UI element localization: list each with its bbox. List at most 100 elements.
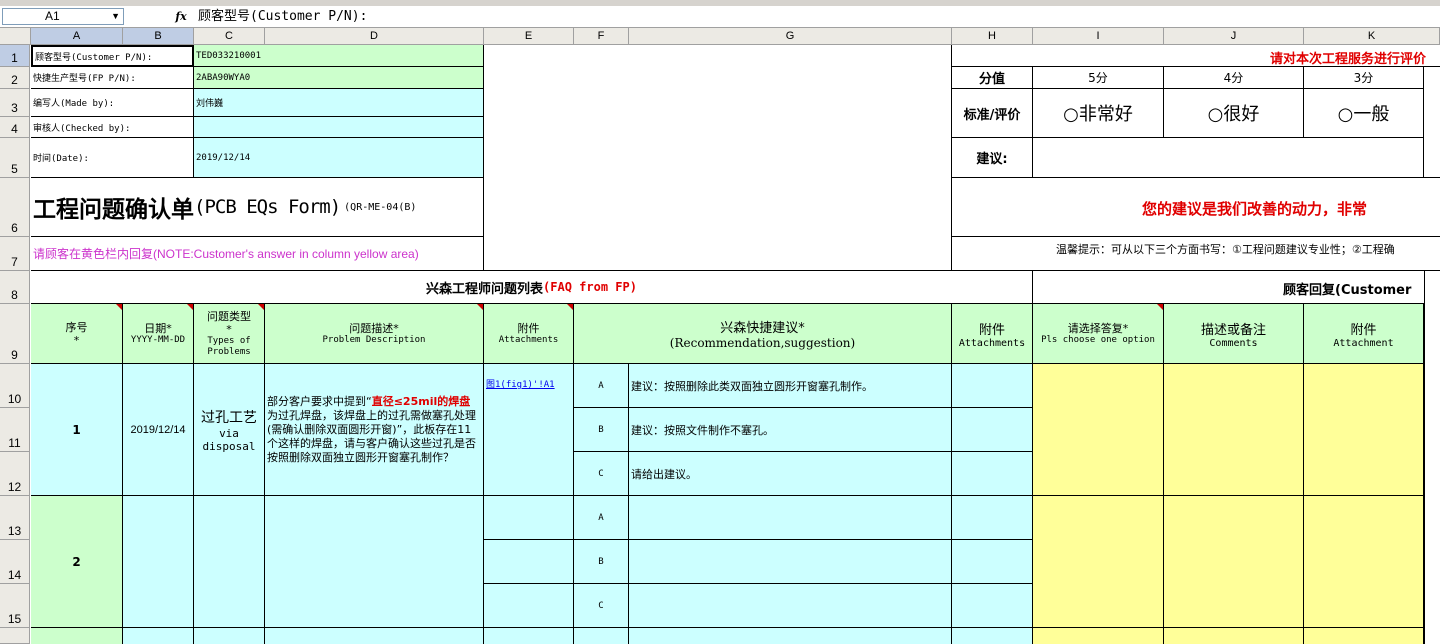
issue-1-option-a-text[interactable]: 建议：按照删除此类双面独立圆形开窗塞孔制作。 [629,364,952,408]
suggest-input[interactable] [1033,138,1424,178]
header-attach3[interactable]: 附件 Attachment [1304,304,1424,364]
column-header-f[interactable]: F [574,28,629,45]
fp-pn-value[interactable]: 2ABA90WYA0 [194,67,484,89]
issue-2-desc[interactable] [265,496,484,628]
issue-1-attach-a[interactable] [952,364,1033,408]
fx-icon[interactable]: fx [172,9,190,25]
formula-input[interactable]: 顾客型号(Customer P/N): [198,8,998,26]
issue-1-customer-comments[interactable] [1164,364,1304,496]
issue-2-attachment-c[interactable] [484,584,574,628]
issue-1-customer-attachment[interactable] [1304,364,1424,496]
comment-indicator-icon[interactable] [1157,304,1163,310]
customer-pn-value[interactable]: TED033210001 [194,45,484,67]
issue-3-customer-attachment[interactable] [1304,628,1424,644]
row-header-12[interactable]: 12 [0,452,30,496]
header-choose[interactable]: 请选择答复* Pls choose one option [1033,304,1164,364]
issue-1-option-b-letter[interactable]: B [574,408,629,452]
fp-pn-label[interactable]: 快捷生产型号(FP P/N): [31,67,194,89]
header-attach[interactable]: 附件 Attachments [484,304,574,364]
issue-2-seq[interactable]: 2 [31,496,123,628]
comment-indicator-icon[interactable] [187,304,193,310]
comment-indicator-icon[interactable] [477,304,483,310]
select-all-corner[interactable] [0,28,31,45]
issue-1-customer-choice[interactable] [1033,364,1164,496]
row-header-4[interactable]: 4 [0,117,30,138]
issue-1-attach-c[interactable] [952,452,1033,496]
column-header-a[interactable]: A [31,28,123,45]
score-3[interactable]: 3分 [1304,67,1424,89]
issue-1-seq[interactable]: 1 [31,364,123,496]
chevron-down-icon[interactable]: ▼ [111,9,120,24]
row-header-8[interactable]: 8 [0,271,30,304]
made-by-label[interactable]: 编写人(Made by): [31,89,194,117]
row-header-3[interactable]: 3 [0,89,30,117]
motto-cell[interactable]: 您的建议是我们改善的动力，非常 [952,178,1440,237]
issue-3-desc[interactable] [265,628,484,644]
column-header-k[interactable]: K [1304,28,1440,45]
issue-3-type[interactable] [194,628,265,644]
issue-1-date[interactable]: 2019/12/14 [123,364,194,496]
row-header-1[interactable]: 1 [0,45,30,67]
header-date[interactable]: 日期* YYYY-MM-DD [123,304,194,364]
made-by-value[interactable]: 刘伟巍 [194,89,484,117]
row-header-2[interactable]: 2 [0,67,30,89]
issue-1-option-b-text[interactable]: 建议：按照文件制作不塞孔。 [629,408,952,452]
comment-indicator-icon[interactable] [116,304,122,310]
comment-indicator-icon[interactable] [567,304,573,310]
checked-by-value[interactable] [194,117,484,138]
issue-2-option-a-letter[interactable]: A [574,496,629,540]
issue-2-attach-a[interactable] [952,496,1033,540]
comment-indicator-icon[interactable] [258,304,264,310]
row-header-16[interactable] [0,628,30,644]
row-header-14[interactable]: 14 [0,540,30,584]
row-header-15[interactable]: 15 [0,584,30,628]
issue-2-attach-b[interactable] [952,540,1033,584]
column-header-g[interactable]: G [629,28,952,45]
row-header-7[interactable]: 7 [0,237,30,271]
date-value[interactable]: 2019/12/14 [194,138,484,178]
column-header-i[interactable]: I [1033,28,1164,45]
issue-2-customer-comments[interactable] [1164,496,1304,628]
issue-1-attachment-link[interactable]: 图1(fig1)'!A1 [486,380,555,390]
customer-pn-label[interactable]: 顾客型号(Customer P/N): [31,45,194,67]
option-very-good[interactable]: ○非常好 [1033,89,1164,138]
image-area[interactable] [484,45,952,271]
header-type[interactable]: 问题类型* Types of Problems [194,304,265,364]
issue-3-seq[interactable] [31,628,123,644]
column-header-j[interactable]: J [1164,28,1304,45]
customer-title-cell[interactable]: 顾客回复(Customer [1033,271,1440,304]
form-title[interactable]: 工程问题确认单 (PCB EQs Form) (QR-ME-04(B) [31,178,484,237]
issue-3-customer-comments[interactable] [1164,628,1304,644]
issue-2-customer-attachment[interactable] [1304,496,1424,628]
header-attach2[interactable]: 附件 Attachments [952,304,1033,364]
score-5[interactable]: 5分 [1033,67,1164,89]
issue-2-customer-choice[interactable] [1033,496,1164,628]
issue-3-date[interactable] [123,628,194,644]
row-header-13[interactable]: 13 [0,496,30,540]
row-header-10[interactable]: 10 [0,364,30,408]
issue-2-date[interactable] [123,496,194,628]
standard-label[interactable]: 标准/评价 [952,89,1033,138]
issue-2-type[interactable] [194,496,265,628]
suggest-label[interactable]: 建议: [952,138,1033,178]
column-header-e[interactable]: E [484,28,574,45]
issue-3-option-letter[interactable] [574,628,629,644]
header-comments[interactable]: 描述或备注 Comments [1164,304,1304,364]
column-header-h[interactable]: H [952,28,1033,45]
option-good[interactable]: ○很好 [1164,89,1304,138]
row-header-6[interactable]: 6 [0,178,30,237]
issue-2-attachment-a[interactable] [484,496,574,540]
issue-1-option-c-letter[interactable]: C [574,452,629,496]
header-recommend[interactable]: 兴森快捷建议* (Recommendation,suggestion) [574,304,952,364]
issue-3-customer-choice[interactable] [1033,628,1164,644]
issue-2-attach-c[interactable] [952,584,1033,628]
header-desc[interactable]: 问题描述* Problem Description [265,304,484,364]
issue-2-option-c-text[interactable] [629,584,952,628]
issue-3-attach[interactable] [952,628,1033,644]
column-header-d[interactable]: D [265,28,484,45]
feedback-header-cell[interactable]: 请对本次工程服务进行评价 [952,45,1440,67]
issue-1-option-c-text[interactable]: 请给出建议。 [629,452,952,496]
date-label[interactable]: 时间(Date): [31,138,194,178]
column-header-c[interactable]: C [194,28,265,45]
issue-1-attachment[interactable]: 图1(fig1)'!A1 [484,364,574,496]
